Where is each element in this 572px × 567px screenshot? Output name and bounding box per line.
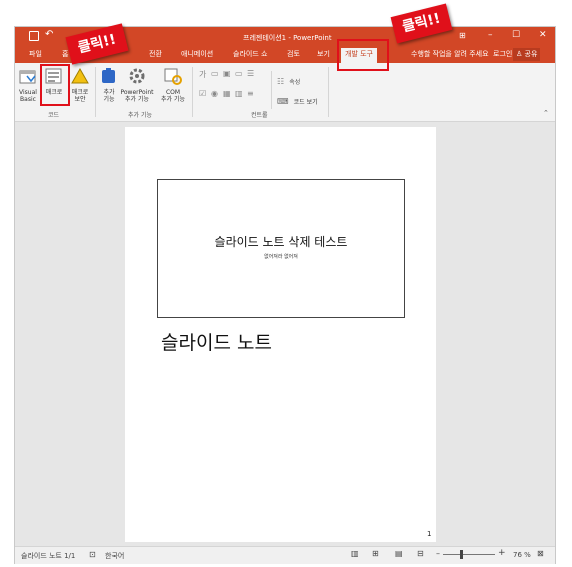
visual-basic-label-1: Visual <box>19 89 37 96</box>
tab-animations[interactable]: 애니메이션 <box>181 49 213 59</box>
notes-text[interactable]: 슬라이드 노트 <box>161 328 272 355</box>
view-code-label: 코드 보기 <box>293 99 318 106</box>
maximize-button[interactable]: ☐ <box>512 30 520 40</box>
com-addins-icon <box>164 68 182 85</box>
textbox-control-icon[interactable]: ▭ <box>211 69 219 78</box>
tab-file[interactable]: 파일 <box>29 49 42 59</box>
tab-slideshow[interactable]: 슬라이드 쇼 <box>233 49 267 59</box>
zoom-in-button[interactable]: + <box>498 548 506 558</box>
ribbon: Visual Basic 매크로 매크로 보안 코드 추가 기능 PowerPo… <box>15 63 555 122</box>
tell-me-search[interactable]: 수행할 작업을 알려 주세요 <box>411 49 489 59</box>
powerpoint-addins-button[interactable]: PowerPoint 추가 기능 <box>120 67 154 111</box>
slide-sorter-icon[interactable]: ⊞ <box>372 549 379 558</box>
ribbon-display-options-icon[interactable]: ⊞ <box>459 31 466 40</box>
close-button[interactable]: ✕ <box>539 30 547 40</box>
addins-icon <box>102 68 115 83</box>
properties-button[interactable]: ☷ 속성 <box>277 69 300 88</box>
powerpoint-addins-label-2: 추가 기능 <box>125 96 149 103</box>
controls-gallery: 가 ▭ ▣ ▭ ☰ ☑ ◉ ▦ ▥ ≡ <box>199 67 279 107</box>
language-indicator[interactable]: 한국어 <box>105 551 124 561</box>
com-addins-label-1: COM <box>165 89 181 96</box>
macro-security-label-2: 보안 <box>74 96 86 103</box>
undo-icon[interactable]: ↶ <box>45 29 53 40</box>
normal-view-icon[interactable]: ▥ <box>351 549 359 558</box>
slideshow-view-icon[interactable]: ⊟ <box>417 549 424 558</box>
group-divider <box>95 67 96 117</box>
zoom-slider[interactable] <box>443 554 495 555</box>
zoom-out-button[interactable]: – <box>436 549 440 558</box>
toggle-control-icon[interactable]: ▥ <box>235 89 243 98</box>
slide-subtitle: 없어져라 없어져 <box>264 254 298 260</box>
visual-basic-label-2: Basic <box>20 96 36 103</box>
fit-to-window-icon[interactable]: ⊠ <box>537 549 544 558</box>
group-divider <box>192 67 193 117</box>
macro-security-button[interactable]: 매크로 보안 <box>68 67 92 111</box>
addins-label-1: 추가 <box>103 89 115 96</box>
spellcheck-icon[interactable]: ⊡ <box>89 550 96 559</box>
view-code-icon: ⌨ <box>277 97 289 106</box>
com-addins-label-2: 추가 기능 <box>161 96 185 103</box>
macro-highlight <box>40 64 70 106</box>
tab-transitions[interactable]: 전환 <box>149 49 162 59</box>
image-control-icon[interactable]: ▦ <box>223 89 231 98</box>
properties-label: 속성 <box>289 79 301 86</box>
gear-icon <box>129 68 145 84</box>
page-number: 1 <box>427 530 432 538</box>
tab-review[interactable]: 검토 <box>287 49 300 59</box>
sign-in-link[interactable]: 로그인 <box>493 49 512 59</box>
visual-basic-icon <box>19 70 36 84</box>
checkbox-control-icon[interactable]: ☑ <box>199 89 206 98</box>
addins-label-2: 기능 <box>103 96 115 103</box>
window-title: 프레젠테이션1 - PowerPoint <box>243 34 332 42</box>
visual-basic-button[interactable]: Visual Basic <box>17 67 39 111</box>
status-bar: 슬라이드 노트 1/1 ⊡ 한국어 ▥ ⊞ ▤ ⊟ – + 76 % ⊠ <box>15 546 555 564</box>
group-divider <box>271 71 272 109</box>
slide-title: 슬라이드 노트 삭제 테스트 <box>214 235 348 249</box>
developer-tab-highlight <box>337 39 389 71</box>
reading-view-icon[interactable]: ▤ <box>395 549 403 558</box>
share-button[interactable]: ♙ 공유 <box>513 48 541 61</box>
label-control-icon[interactable]: 가 <box>199 69 206 80</box>
collapse-ribbon-icon[interactable]: ⌃ <box>543 109 549 117</box>
listbox-control-icon[interactable]: ☰ <box>247 69 254 78</box>
tab-home[interactable]: 홈 <box>62 49 68 59</box>
save-icon[interactable] <box>29 31 39 41</box>
radio-control-icon[interactable]: ◉ <box>211 89 218 98</box>
zoom-level[interactable]: 76 % <box>513 551 531 559</box>
controls-group-label: 컨트롤 <box>251 112 268 119</box>
share-label: 공유 <box>524 50 538 58</box>
macro-security-label-1: 매크로 <box>71 89 89 96</box>
slide-thumbnail[interactable]: 슬라이드 노트 삭제 테스트 없어져라 없어져 <box>157 179 405 318</box>
addins-button[interactable]: 추가 기능 <box>98 67 120 111</box>
group-divider <box>328 67 329 117</box>
button-control-icon[interactable]: ▣ <box>223 69 231 78</box>
minimize-button[interactable]: – <box>488 30 493 40</box>
properties-icon: ☷ <box>277 77 285 86</box>
warning-icon <box>71 67 89 84</box>
powerpoint-addins-label-1: PowerPoint <box>120 89 154 96</box>
person-icon: ♙ <box>516 50 523 58</box>
frame-control-icon[interactable]: ▭ <box>235 69 243 78</box>
view-code-button[interactable]: ⌨ 코드 보기 <box>277 89 318 108</box>
zoom-slider-thumb[interactable] <box>460 550 463 559</box>
code-group-label: 코드 <box>48 112 60 119</box>
slide-count: 슬라이드 노트 1/1 <box>21 552 76 560</box>
com-addins-button[interactable]: COM 추가 기능 <box>158 67 188 111</box>
tab-view[interactable]: 보기 <box>317 49 330 59</box>
scrollbar-control-icon[interactable]: ≡ <box>247 89 254 98</box>
addins-group-label: 추가 기능 <box>128 112 152 119</box>
